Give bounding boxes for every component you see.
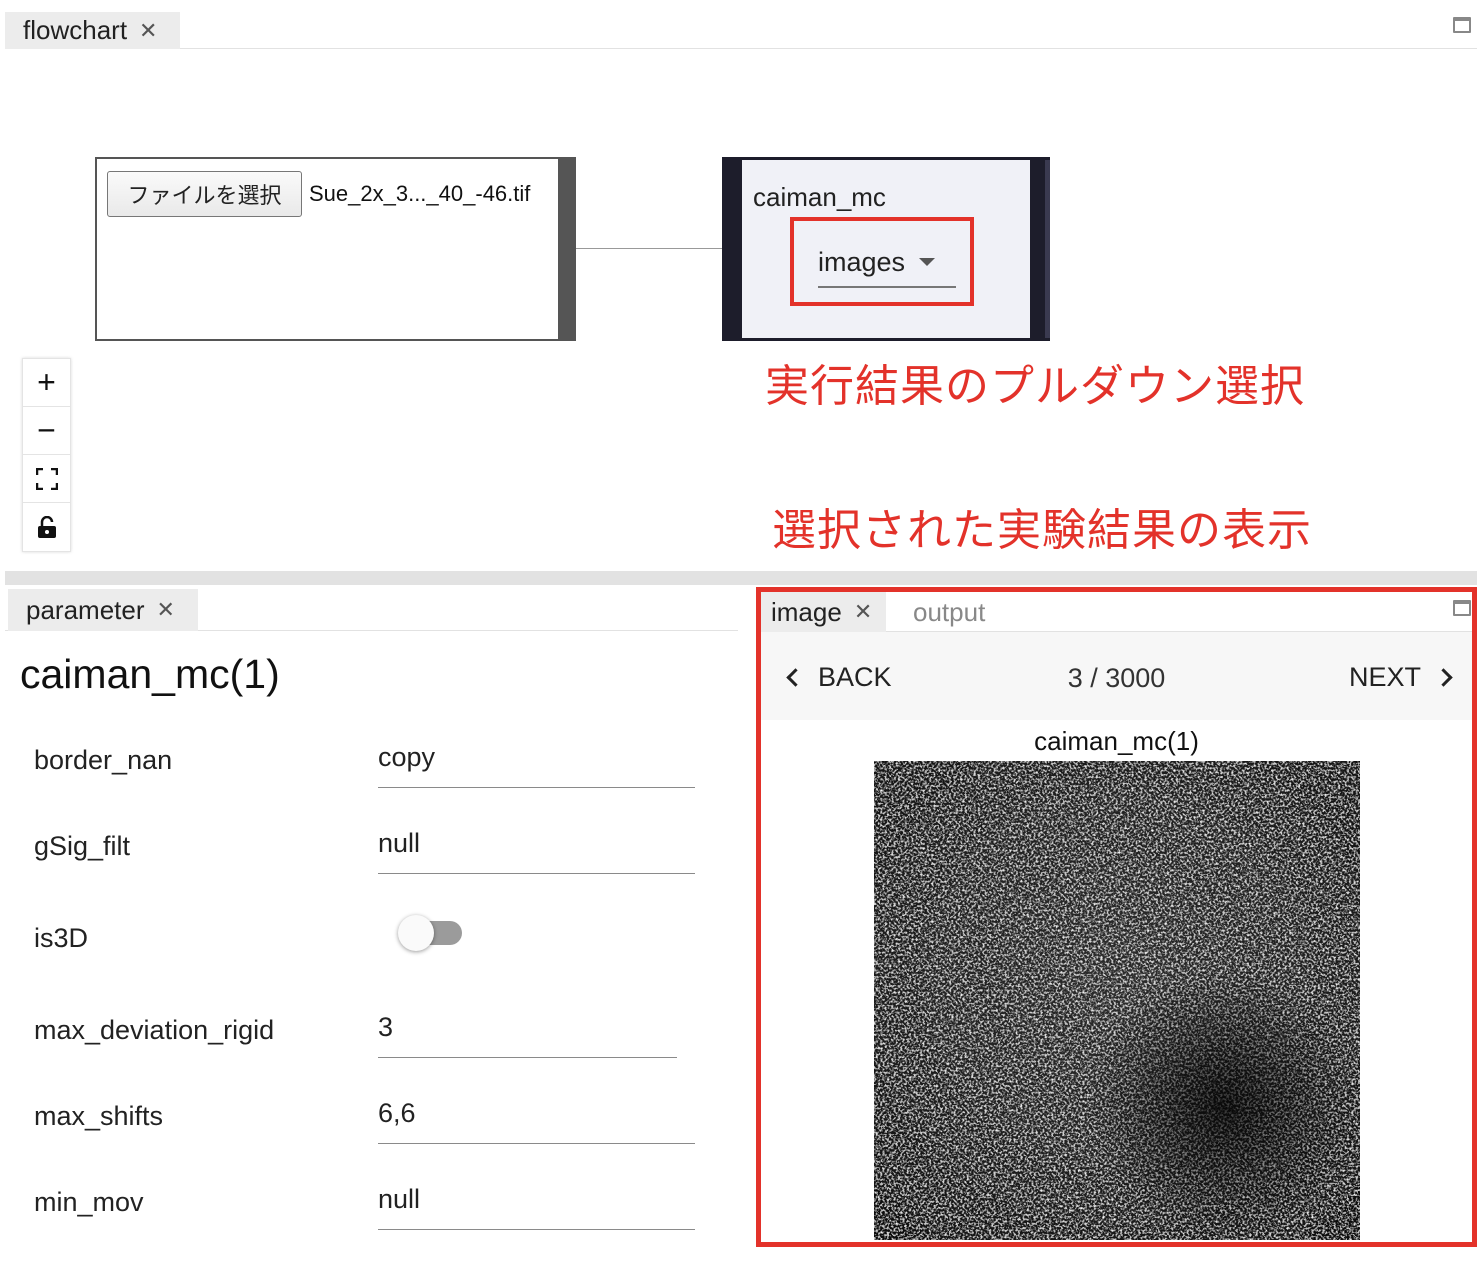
tab-parameter[interactable]: parameter ✕ (8, 589, 198, 631)
tab-flowchart[interactable]: flowchart ✕ (5, 12, 180, 49)
fit-view-icon (35, 467, 58, 490)
chevron-right-icon (1434, 668, 1453, 687)
param-input-min-mov[interactable]: null (378, 1184, 695, 1230)
panel-splitter[interactable] (5, 571, 1477, 585)
zoom-controls: + − (22, 358, 71, 552)
annotation-dropdown: 実行結果のプルダウン選択 (765, 361, 1305, 412)
microscopy-image[interactable] (874, 761, 1360, 1240)
image-nav-bar: BACK 3 / 3000 NEXT (761, 632, 1472, 720)
param-label: gSig_filt (34, 831, 131, 861)
maximize-icon[interactable] (1453, 17, 1471, 33)
image-panel: image ✕ output BACK 3 / 3000 NEXT caiman… (756, 587, 1477, 1247)
is3d-toggle[interactable] (398, 915, 462, 951)
lock-button[interactable] (23, 503, 70, 551)
maximize-icon[interactable] (1453, 600, 1471, 616)
param-row-border-nan: border_nan copy (34, 742, 714, 805)
zoom-in-button[interactable]: + (23, 359, 70, 407)
close-icon[interactable]: ✕ (139, 18, 157, 44)
lock-icon (37, 516, 56, 538)
param-row-min-mov: min_mov null (34, 1184, 714, 1247)
tab-output[interactable]: output (913, 597, 985, 628)
param-row-max-deviation-rigid: max_deviation_rigid 3 (34, 1012, 714, 1075)
parameter-tabbar: parameter ✕ (5, 585, 738, 631)
plot-title: caiman_mc(1) (1034, 726, 1199, 756)
tab-image-label: image (771, 596, 842, 627)
node-edge (576, 248, 723, 249)
image-tabbar: image ✕ output (761, 592, 1472, 632)
flowchart-tabbar: flowchart ✕ (5, 5, 1477, 49)
algorithm-node-title: caiman_mc (753, 182, 886, 212)
param-input-max-shifts[interactable]: 6,6 (378, 1098, 695, 1144)
fit-view-button[interactable] (23, 455, 70, 503)
close-icon[interactable]: ✕ (157, 597, 175, 623)
param-input-border-nan[interactable]: copy (378, 742, 695, 788)
parameter-panel: parameter ✕ caiman_mc(1) border_nan copy… (5, 585, 738, 1240)
next-label: NEXT (1348, 662, 1421, 692)
parameter-title: caiman_mc(1) (20, 651, 280, 697)
tab-parameter-label: parameter (26, 594, 145, 625)
output-handle[interactable] (1045, 160, 1050, 338)
highlight-box-dropdown (790, 217, 974, 306)
param-row-max-shifts: max_shifts 6,6 (34, 1098, 714, 1161)
file-input-node[interactable]: ファイルを選択 Sue_2x_3..._40_-46.tif (95, 157, 576, 341)
param-label: min_mov (34, 1187, 144, 1217)
selected-file-name: Sue_2x_3..._40_-46.tif (309, 181, 531, 206)
tab-flowchart-label: flowchart (23, 15, 128, 45)
param-label: is3D (34, 923, 89, 953)
zoom-out-button[interactable]: − (23, 407, 70, 455)
close-icon[interactable]: ✕ (854, 599, 872, 625)
toggle-knob (398, 915, 434, 951)
tab-image[interactable]: image ✕ (761, 592, 887, 632)
microscopy-image-render (874, 761, 1360, 1240)
choose-file-button[interactable]: ファイルを選択 (107, 171, 302, 217)
param-label: max_shifts (34, 1101, 164, 1131)
param-label: max_deviation_rigid (34, 1015, 275, 1045)
param-input-max-deviation-rigid[interactable]: 3 (378, 1012, 677, 1058)
output-handle[interactable] (558, 159, 574, 339)
next-button[interactable]: NEXT (1348, 662, 1453, 693)
param-label: border_nan (34, 745, 173, 775)
param-input-gsig-filt[interactable]: null (378, 828, 695, 874)
param-row-is3d: is3D (34, 915, 714, 983)
annotation-display: 選択された実験結果の表示 (772, 505, 1312, 556)
param-row-gsig-filt: gSig_filt null (34, 828, 714, 891)
